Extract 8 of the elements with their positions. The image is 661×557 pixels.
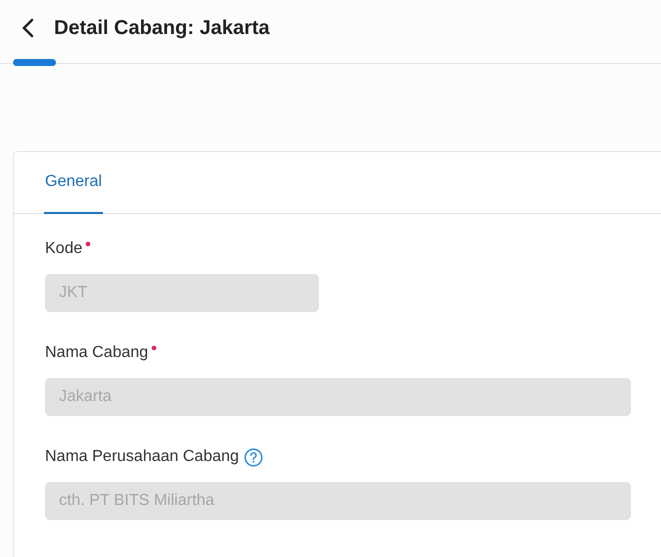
field-label: Nama Perusahaan Cabang: [45, 447, 239, 467]
field-label: Kode: [45, 239, 82, 259]
back-button[interactable]: [20, 18, 36, 38]
field-label: Nama Cabang: [45, 343, 148, 363]
progress-indicator: [13, 59, 56, 66]
page-title: Detail Cabang: Jakarta: [54, 16, 270, 41]
back-icon: [22, 18, 34, 38]
tab[interactable]: General: [44, 152, 103, 214]
